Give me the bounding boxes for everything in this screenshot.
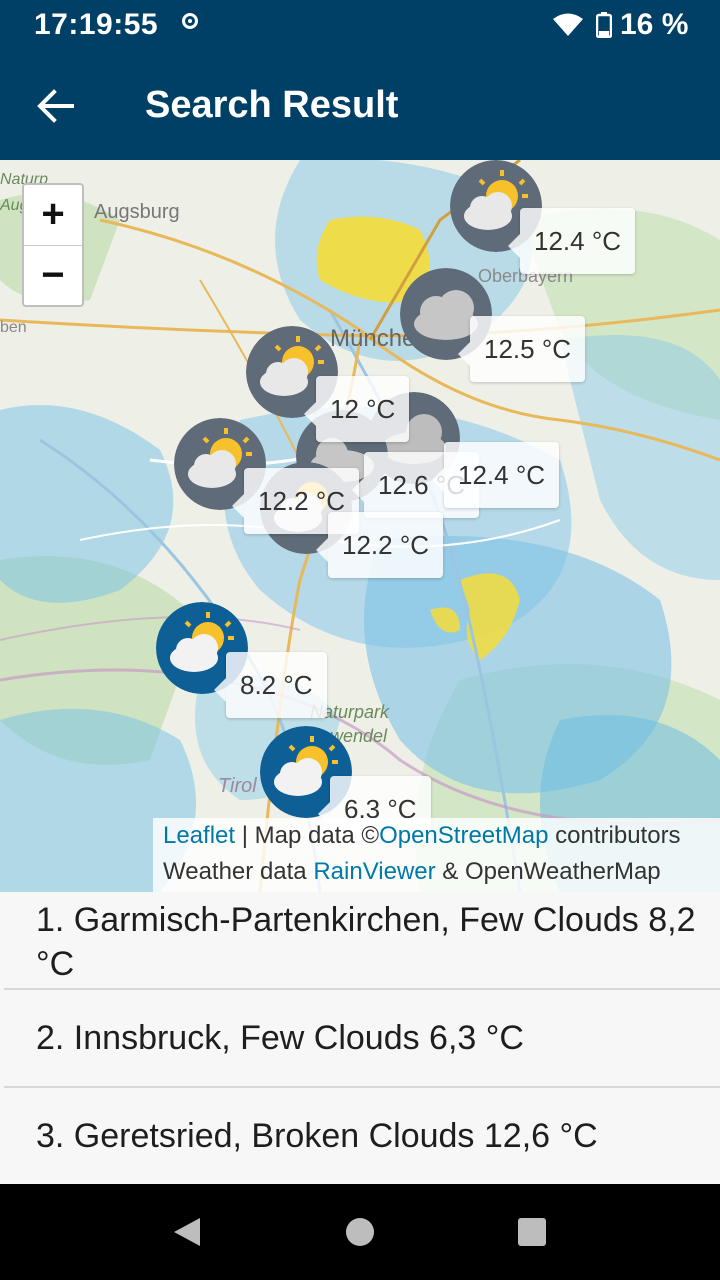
attribution-text: & OpenWeatherMap <box>435 858 661 885</box>
map-label-tirol: Tirol <box>218 775 257 797</box>
temperature-label: 12.5 °C <box>457 316 586 382</box>
result-label: 2. Innsbruck, Few Clouds 6,3 °C <box>36 1019 524 1057</box>
nav-home-icon[interactable] <box>345 1217 375 1247</box>
rainviewer-link[interactable]: RainViewer <box>313 858 435 885</box>
page-title: Search Result <box>145 84 399 126</box>
zoom-in-button[interactable]: + <box>24 185 82 246</box>
nav-recents-icon[interactable] <box>517 1217 547 1247</box>
list-item[interactable]: 3. Geretsried, Broken Clouds 12,6 °C <box>0 1088 720 1184</box>
temperature-label: 8.2 °C <box>214 652 327 718</box>
nav-back-icon[interactable] <box>170 1216 202 1248</box>
status-bar: 17:19:55 16 % <box>0 0 720 52</box>
temperature-label: 12.4 °C <box>431 442 560 508</box>
map-attribution: Leaflet | Map data ©OpenStreetMap contri… <box>153 818 720 892</box>
zoom-out-button[interactable]: − <box>24 246 82 306</box>
navigation-bar <box>0 1184 720 1280</box>
attribution-text: | Map data © <box>235 822 380 849</box>
result-label: 1. Garmisch-Partenkirchen, Few Clouds 8,… <box>36 901 696 983</box>
temperature-label: 12.4 °C <box>507 208 636 274</box>
status-time: 17:19:55 <box>34 8 159 41</box>
screen-record-icon <box>182 13 198 29</box>
list-item[interactable]: 1. Garmisch-Partenkirchen, Few Clouds 8,… <box>0 892 720 988</box>
temperature-label: 12 °C <box>303 376 410 442</box>
attribution-text: contributors <box>548 822 681 849</box>
weather-map[interactable]: Augsburg München Oberbayern Naturpark we… <box>0 160 720 892</box>
battery-percent: 16 % <box>620 8 689 41</box>
wifi-icon <box>553 13 583 36</box>
leaflet-link[interactable]: Leaflet <box>163 822 235 849</box>
temperature-label: 12.2 °C <box>315 512 444 578</box>
attribution-text: Weather data <box>163 858 314 885</box>
map-label-augsburg: Augsburg <box>94 201 180 223</box>
zoom-control: + − <box>22 183 84 307</box>
back-arrow-icon[interactable] <box>34 86 78 126</box>
list-item[interactable]: 2. Innsbruck, Few Clouds 6,3 °C <box>0 990 720 1086</box>
result-label: 3. Geretsried, Broken Clouds 12,6 °C <box>36 1117 598 1155</box>
map-label-ben: ben <box>0 319 27 336</box>
battery-icon <box>596 12 612 38</box>
app-bar: Search Result <box>0 52 720 160</box>
results-list: 1. Garmisch-Partenkirchen, Few Clouds 8,… <box>0 892 720 1184</box>
openstreetmap-link[interactable]: OpenStreetMap <box>379 822 548 849</box>
